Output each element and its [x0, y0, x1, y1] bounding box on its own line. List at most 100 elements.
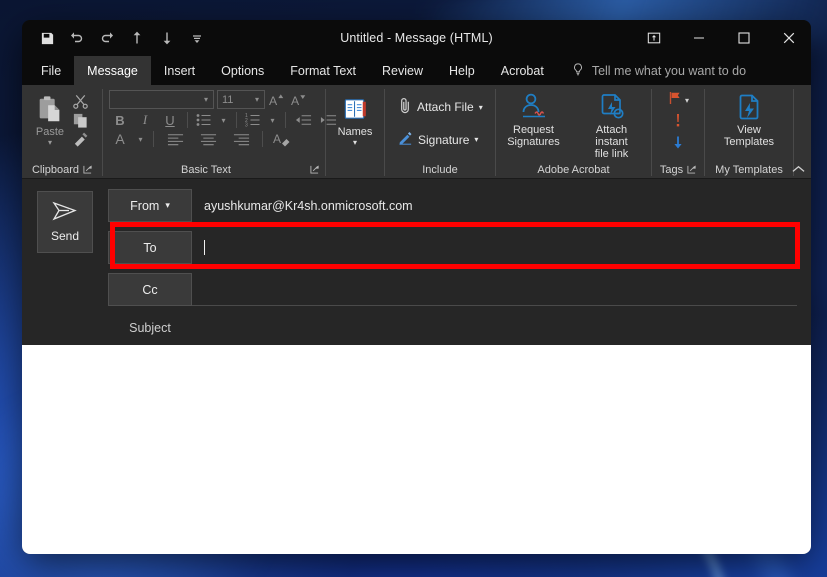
minimize-button[interactable] — [676, 20, 721, 56]
group-label-tags: Tags — [652, 161, 704, 178]
send-icon — [52, 201, 78, 224]
close-button[interactable] — [766, 20, 811, 56]
cut-icon[interactable] — [72, 93, 89, 110]
italic-button[interactable]: I — [134, 112, 156, 128]
tell-me-label: Tell me what you want to do — [591, 63, 747, 78]
maximize-button[interactable] — [721, 20, 766, 56]
paperclip-icon — [398, 97, 412, 117]
ribbon-group-clipboard: Paste ▾ Clipboard — [22, 85, 102, 178]
address-fields: From ▾ ayushkumar@Kr4sh.onmicrosoft.com … — [108, 179, 811, 345]
names-chevron-down-icon[interactable]: ▾ — [353, 139, 357, 147]
group-label-my-templates: My Templates — [715, 163, 783, 176]
clear-formatting-icon[interactable]: A — [269, 131, 293, 147]
svg-text:A: A — [291, 94, 300, 108]
window-controls — [631, 20, 811, 56]
align-right-icon[interactable] — [226, 133, 256, 146]
flag-icon — [667, 90, 683, 111]
shrink-font-icon[interactable]: A — [290, 92, 309, 108]
font-color-chevron-down-icon[interactable]: ▾ — [134, 135, 147, 144]
basic-text-dialog-launcher-icon[interactable] — [310, 165, 319, 174]
to-field-row: To — [108, 231, 797, 273]
tab-file[interactable]: File — [28, 56, 74, 85]
message-body-input[interactable] — [22, 345, 811, 554]
save-icon[interactable] — [33, 25, 61, 51]
customize-quick-access-toolbar-icon[interactable] — [183, 25, 211, 51]
group-label-basic-text: Basic Text — [103, 161, 325, 178]
grow-font-icon[interactable]: A — [268, 92, 287, 108]
send-button[interactable]: Send — [37, 191, 93, 253]
signature-button[interactable]: Signature ▾ — [393, 127, 483, 152]
follow-up-chevron-down-icon[interactable]: ▾ — [685, 96, 689, 105]
view-templates-button[interactable]: View Templates — [709, 88, 789, 148]
request-signatures-button[interactable]: Request Signatures — [498, 88, 570, 148]
tab-help[interactable]: Help — [436, 56, 488, 85]
high-importance-icon[interactable] — [671, 113, 685, 133]
underline-button[interactable]: U — [159, 113, 181, 128]
ribbon-group-tags: ▾ Tags — [652, 85, 704, 178]
tab-acrobat[interactable]: Acrobat — [488, 56, 557, 85]
tab-insert[interactable]: Insert — [151, 56, 208, 85]
bullets-icon[interactable] — [194, 113, 214, 127]
tags-dialog-launcher-icon[interactable] — [687, 165, 696, 174]
low-importance-icon[interactable] — [671, 135, 685, 155]
next-item-icon[interactable] — [153, 25, 181, 51]
bold-button[interactable]: B — [109, 113, 131, 128]
ribbon-group-basic-text: ▾ 11 ▾ A A B I U ▾ 1 2 3 ▾ A ▾ A Basic T… — [103, 85, 336, 178]
font-row: ▾ 11 ▾ A A — [109, 90, 309, 109]
outlook-message-window: Untitled - Message (HTML) File Message I… — [22, 20, 811, 554]
character-format-row: B I U ▾ 123 ▾ — [109, 112, 339, 128]
to-button[interactable]: To — [108, 231, 192, 264]
tab-options[interactable]: Options — [208, 56, 277, 85]
font-size-chevron-down-icon[interactable]: ▾ — [250, 95, 264, 104]
paste-button[interactable]: Paste ▾ — [28, 90, 72, 147]
subject-field-row: Subject — [108, 315, 797, 345]
signature-chevron-down-icon[interactable]: ▾ — [474, 135, 478, 144]
cc-input[interactable] — [192, 273, 797, 306]
tab-format-text[interactable]: Format Text — [277, 56, 369, 85]
ribbon: Paste ▾ Clipboard ▾ 11 ▾ A A B I U ▾ 1 2… — [22, 85, 811, 179]
quick-access-toolbar — [22, 25, 211, 51]
font-name-chevron-down-icon[interactable]: ▾ — [199, 95, 213, 104]
bullets-chevron-down-icon[interactable]: ▾ — [217, 116, 230, 125]
from-button[interactable]: From ▾ — [108, 189, 192, 222]
subject-input[interactable] — [192, 315, 797, 341]
address-book-icon — [341, 92, 370, 126]
signature-icon — [398, 130, 413, 149]
font-color-button[interactable]: A — [109, 131, 131, 147]
redo-icon[interactable] — [93, 25, 121, 51]
clipboard-dialog-launcher-icon[interactable] — [83, 165, 92, 174]
attach-instant-file-link-button[interactable]: Attach instant file link — [574, 88, 650, 160]
follow-up-button[interactable]: ▾ — [667, 90, 689, 111]
align-center-icon[interactable] — [193, 133, 223, 146]
from-field-row: From ▾ ayushkumar@Kr4sh.onmicrosoft.com — [108, 189, 797, 231]
decrease-indent-icon[interactable] — [292, 113, 314, 127]
tell-me-search[interactable]: Tell me what you want to do — [557, 56, 746, 85]
font-size-input[interactable]: 11 ▾ — [217, 90, 265, 109]
cc-button[interactable]: Cc — [108, 273, 192, 306]
attach-file-chevron-down-icon[interactable]: ▾ — [479, 103, 483, 112]
format-painter-icon[interactable] — [72, 131, 89, 148]
previous-item-icon[interactable] — [123, 25, 151, 51]
title-bar: Untitled - Message (HTML) — [22, 20, 811, 56]
from-value[interactable]: ayushkumar@Kr4sh.onmicrosoft.com — [192, 189, 797, 222]
collapse-ribbon-icon[interactable] — [789, 161, 807, 177]
copy-icon[interactable] — [72, 112, 89, 129]
paste-chevron-down-icon[interactable]: ▾ — [48, 139, 52, 147]
numbering-chevron-down-icon[interactable]: ▾ — [266, 116, 279, 125]
attach-instant-line1: Attach instant — [595, 124, 628, 148]
from-chevron-down-icon[interactable]: ▾ — [165, 200, 170, 211]
view-templates-icon — [734, 90, 764, 124]
numbering-icon[interactable]: 123 — [243, 113, 263, 127]
undo-icon[interactable] — [63, 25, 91, 51]
ribbon-display-options-icon[interactable] — [631, 20, 676, 56]
tab-review[interactable]: Review — [369, 56, 436, 85]
font-size-value: 11 — [222, 93, 234, 106]
font-name-input[interactable]: ▾ — [109, 90, 214, 109]
basic-text-label-text: Basic Text — [181, 163, 231, 176]
attach-file-button[interactable]: Attach File ▾ — [393, 94, 488, 120]
tab-message[interactable]: Message — [74, 56, 151, 85]
names-button[interactable]: Names ▾ — [333, 90, 378, 147]
divider — [285, 112, 286, 128]
to-input[interactable] — [192, 231, 797, 264]
align-left-icon[interactable] — [160, 133, 190, 146]
